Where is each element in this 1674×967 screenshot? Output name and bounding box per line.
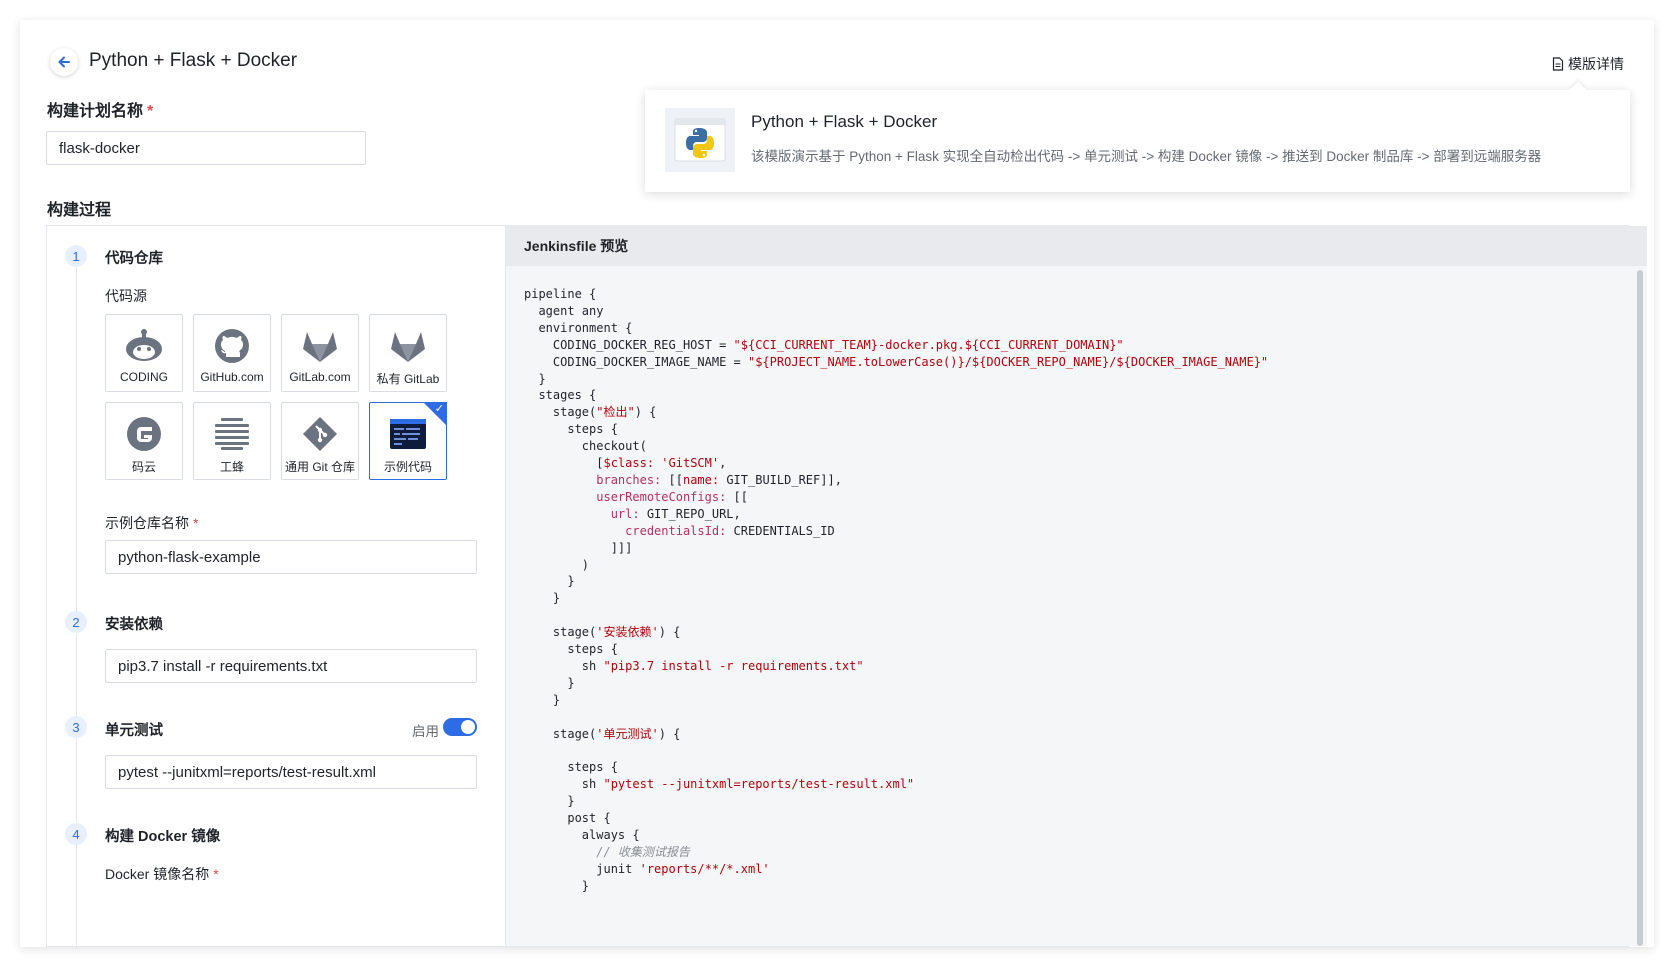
document-icon	[1552, 57, 1564, 71]
main-card: Python + Flask + Docker 模版详情 Python + Fl…	[20, 20, 1654, 947]
step-title-build-docker: 构建 Docker 镜像	[105, 829, 221, 845]
repo-name-input[interactable]: python-flask-example	[105, 540, 477, 574]
step-title-install-deps: 安装依赖	[105, 617, 163, 633]
code-source-label: 代码源	[105, 288, 147, 304]
plan-name-label: 构建计划名称 *	[47, 103, 154, 120]
steps-column: 1 代码仓库 代码源 CODING GitHub.com GitLab.com	[47, 226, 507, 946]
jenkinsfile-title: Jenkinsfile 预览	[506, 226, 1647, 266]
template-popover: Python + Flask + Docker 该模版演示基于 Python +…	[645, 81, 1630, 192]
popover-description: 该模版演示基于 Python + Flask 实现全自动检出代码 -> 单元测试…	[751, 149, 1542, 164]
source-tile-gitlab[interactable]: GitLab.com	[281, 314, 359, 392]
source-tile-gitee[interactable]: 码云	[105, 402, 183, 480]
repo-name-label: 示例仓库名称 *	[105, 515, 199, 531]
gitee-icon	[127, 417, 161, 451]
enable-label: 启用	[412, 724, 439, 739]
back-button[interactable]	[50, 48, 78, 76]
step-number: 1	[65, 245, 87, 267]
plan-name-input[interactable]: flask-docker	[46, 131, 366, 165]
source-tile-coding[interactable]: CODING	[105, 314, 183, 392]
jenkinsfile-code: pipeline { agent any environment { CODIN…	[524, 287, 1269, 893]
docker-image-label: Docker 镜像名称 *	[105, 866, 219, 882]
unit-test-toggle[interactable]	[443, 718, 477, 736]
template-details-link[interactable]: 模版详情	[1552, 54, 1624, 74]
test-command-input[interactable]: pytest --junitxml=reports/test-result.xm…	[105, 755, 477, 789]
check-icon: ✓	[434, 403, 444, 415]
build-process-panel: 1 代码仓库 代码源 CODING GitHub.com GitLab.com	[46, 225, 1647, 947]
arrow-left-icon	[58, 56, 70, 68]
install-command-input[interactable]: pip3.7 install -r requirements.txt	[105, 649, 477, 683]
source-tile-private-gitlab[interactable]: 私有 GitLab	[369, 314, 447, 392]
popover-title: Python + Flask + Docker	[751, 112, 938, 131]
gongfeng-icon	[215, 418, 249, 450]
gitlab-private-icon	[391, 332, 425, 362]
python-logo-icon	[674, 118, 726, 162]
step-number: 2	[65, 611, 87, 633]
code-scrollbar[interactable]	[1637, 270, 1643, 946]
source-tile-gongfeng[interactable]: 工蜂	[193, 402, 271, 480]
jenkinsfile-preview: Jenkinsfile 预览 pipeline { agent any envi…	[505, 226, 1647, 946]
coding-icon	[126, 329, 162, 361]
source-tile-sample-code[interactable]: ✓ 示例代码	[369, 402, 447, 480]
step-number: 3	[65, 716, 87, 738]
gitlab-icon	[303, 332, 337, 362]
build-process-label: 构建过程	[47, 202, 112, 219]
page-title: Python + Flask + Docker	[89, 50, 298, 71]
step-number: 4	[65, 823, 87, 845]
github-icon	[215, 329, 249, 363]
step-title-code-repo: 代码仓库	[105, 251, 163, 267]
template-thumbnail	[665, 108, 735, 172]
sample-code-icon	[390, 419, 426, 449]
source-tile-github[interactable]: GitHub.com	[193, 314, 271, 392]
git-icon	[303, 417, 337, 451]
template-details-label: 模版详情	[1568, 56, 1624, 72]
source-tile-generic-git[interactable]: 通用 Git 仓库	[281, 402, 359, 480]
step-title-unit-test: 单元测试	[105, 723, 163, 739]
